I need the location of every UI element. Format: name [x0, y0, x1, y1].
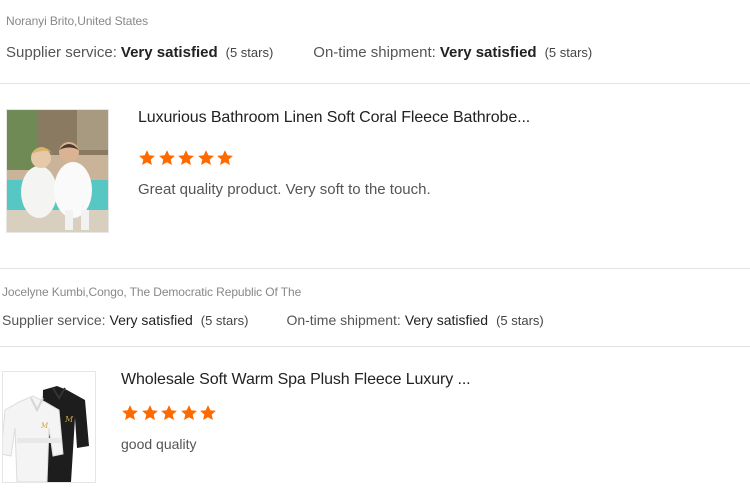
reviewer-name: Jocelyne Kumbi,Congo, The Democratic Rep… [2, 285, 302, 299]
svg-text:M: M [40, 422, 49, 430]
shipment-stars: (5 stars) [544, 45, 593, 60]
supplier-service-value: Very satisfied [109, 312, 193, 328]
bathrobe-couple-image [7, 110, 108, 232]
star-icon [139, 150, 155, 166]
star-icon [197, 150, 214, 166]
supplier-service-label: Supplier service: [6, 44, 117, 61]
bathrobe-pair-image: M M [3, 372, 95, 482]
star-icon [161, 405, 177, 421]
star-icon [141, 405, 158, 421]
review-comment: Great quality product. Very soft to the … [138, 181, 431, 198]
shipment-label: On-time shipment: [286, 312, 401, 328]
supplier-service-value: Very satisfied [120, 44, 218, 61]
star-icon [180, 405, 197, 421]
rating-stars [138, 149, 236, 167]
supplier-service-stars: (5 stars) [200, 313, 249, 328]
product-thumbnail[interactable] [6, 109, 109, 233]
shipment-stars: (5 stars) [496, 313, 544, 328]
product-thumbnail[interactable]: M M [2, 371, 96, 483]
divider [0, 268, 750, 269]
divider [0, 346, 750, 347]
shipment-label: On-time shipment: [313, 44, 436, 61]
product-title[interactable]: Luxurious Bathroom Linen Soft Coral Flee… [138, 109, 530, 127]
reviewer-ratings: Supplier service: Very satisfied (5 star… [2, 312, 544, 328]
star-icon [217, 150, 233, 166]
supplier-service-label: Supplier service: [2, 312, 106, 328]
reviews-page: Noranyi Brito,United States Supplier ser… [0, 0, 750, 500]
star-icon [158, 150, 175, 166]
star-icon [200, 405, 216, 421]
star-icon [122, 405, 138, 421]
shipment-value: Very satisfied [439, 44, 537, 61]
divider [0, 83, 750, 84]
product-title[interactable]: Wholesale Soft Warm Spa Plush Fleece Lux… [121, 371, 471, 389]
reviewer-name: Noranyi Brito,United States [6, 14, 149, 28]
supplier-service-stars: (5 stars) [225, 45, 274, 60]
star-icon [178, 150, 194, 166]
shipment-value: Very satisfied [404, 312, 489, 328]
svg-text:M: M [64, 415, 74, 424]
reviewer-ratings: Supplier service: Very satisfied (5 star… [6, 44, 592, 61]
review-comment: good quality [121, 436, 197, 452]
rating-stars [121, 404, 219, 422]
